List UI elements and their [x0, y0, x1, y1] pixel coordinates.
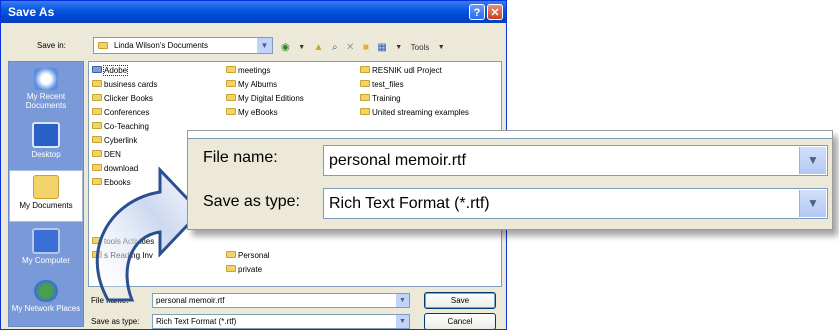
folder-icon: [360, 94, 370, 102]
search-web-icon[interactable]: ⌕: [332, 42, 338, 53]
zoom-file-name-input[interactable]: personal memoir.rtf ▼: [323, 145, 828, 176]
zoom-save-as-type-dropdown[interactable]: Rich Text Format (*.rtf) ▼: [323, 188, 828, 219]
place-label: My Network Places: [11, 304, 81, 313]
save-in-value: Linda Wilson's Documents: [114, 41, 209, 50]
file-item[interactable]: United streaming examples: [360, 107, 469, 118]
place-label: My Recent Documents: [25, 92, 67, 110]
place-my-network-places[interactable]: My Network Places: [9, 276, 83, 328]
my-computer-icon: [32, 228, 60, 254]
file-item[interactable]: My Albums: [226, 79, 277, 90]
file-item[interactable]: business cards: [92, 79, 157, 90]
save-as-type-value: Rich Text Format (*.rtf): [156, 317, 237, 326]
network-places-icon: [34, 280, 58, 302]
chevron-down-icon[interactable]: ▼: [257, 38, 272, 53]
file-item[interactable]: Cyberlink: [92, 135, 137, 146]
folder-icon: [226, 80, 236, 88]
file-item[interactable]: Co-Teaching: [92, 121, 149, 132]
cancel-button[interactable]: Cancel: [424, 313, 496, 329]
file-item[interactable]: private: [226, 264, 262, 275]
zoom-file-name-value: personal memoir.rtf: [329, 152, 466, 169]
chevron-down-icon[interactable]: ▼: [438, 44, 445, 51]
place-label: My Documents: [19, 201, 73, 210]
help-button[interactable]: ?: [469, 4, 485, 20]
file-item[interactable]: My eBooks: [226, 107, 278, 118]
desktop-icon: [32, 122, 60, 148]
tools-menu[interactable]: Tools: [411, 43, 430, 52]
zoom-file-name-label: File name:: [203, 149, 278, 166]
views-icon[interactable]: ▦: [377, 42, 386, 53]
chevron-down-icon[interactable]: ▼: [799, 147, 826, 174]
folder-icon: [98, 42, 108, 49]
folder-icon: [92, 94, 102, 102]
file-item[interactable]: RESNIK udl Project: [360, 65, 442, 76]
place-desktop[interactable]: Desktop: [9, 118, 83, 170]
save-button[interactable]: Save: [424, 292, 496, 309]
file-item[interactable]: meetings: [226, 65, 270, 76]
chevron-down-icon[interactable]: ▼: [395, 44, 402, 51]
folder-icon: [92, 80, 102, 88]
toolbar: ◉ ▼ ▲ ⌕ ✕ ■ ▦ ▼ Tools ▼: [281, 39, 449, 53]
file-list-edge: [188, 131, 832, 139]
zoom-save-as-type-label: Save as type:: [203, 193, 300, 210]
chevron-down-icon[interactable]: ▼: [396, 294, 409, 307]
folder-icon: [226, 108, 236, 116]
save-in-dropdown[interactable]: Linda Wilson's Documents ▼: [93, 37, 273, 54]
place-label: Desktop: [31, 150, 61, 159]
file-item[interactable]: Clicker Books: [92, 93, 153, 104]
title-bar[interactable]: Save As ? ✕: [1, 1, 506, 23]
chevron-down-icon[interactable]: ▼: [799, 190, 826, 217]
folder-icon: [92, 122, 102, 130]
folder-icon: [360, 80, 370, 88]
place-label: My Computer: [21, 256, 70, 265]
places-bar: My Recent Documents Desktop My Documents…: [8, 61, 84, 327]
file-item[interactable]: Personal: [226, 250, 270, 261]
folder-icon: [92, 66, 102, 74]
save-as-type-label: Save as type:: [91, 317, 140, 326]
recent-documents-icon: [34, 68, 58, 90]
folder-icon: [92, 108, 102, 116]
file-item[interactable]: Adobe: [92, 65, 129, 76]
my-documents-icon: [33, 175, 59, 199]
folder-icon: [226, 66, 236, 74]
save-as-type-dropdown[interactable]: Rich Text Format (*.rtf) ▼: [152, 314, 410, 329]
back-icon[interactable]: ◉: [281, 42, 290, 53]
new-folder-icon[interactable]: ■: [363, 42, 369, 53]
window-title: Save As: [8, 5, 55, 19]
close-button[interactable]: ✕: [487, 4, 503, 20]
file-item[interactable]: Conferences: [92, 107, 149, 118]
chevron-down-icon[interactable]: ▼: [396, 315, 409, 328]
folder-icon: [226, 94, 236, 102]
save-in-label: Save in:: [37, 41, 66, 50]
file-item[interactable]: Training: [360, 93, 401, 104]
place-my-computer[interactable]: My Computer: [9, 224, 83, 276]
zoomed-callout: File name: personal memoir.rtf ▼ Save as…: [187, 130, 833, 230]
folder-icon: [92, 136, 102, 144]
delete-icon[interactable]: ✕: [346, 42, 354, 53]
file-item[interactable]: test_files: [360, 79, 404, 90]
chevron-down-icon[interactable]: ▼: [298, 44, 305, 51]
file-item[interactable]: My Digital Editions: [226, 93, 304, 104]
place-my-documents[interactable]: My Documents: [9, 170, 83, 222]
folder-icon: [360, 108, 370, 116]
zoom-save-as-type-value: Rich Text Format (*.rtf): [329, 195, 490, 212]
up-folder-icon[interactable]: ▲: [314, 42, 324, 53]
place-my-recent-documents[interactable]: My Recent Documents: [9, 64, 83, 116]
folder-icon: [360, 66, 370, 74]
